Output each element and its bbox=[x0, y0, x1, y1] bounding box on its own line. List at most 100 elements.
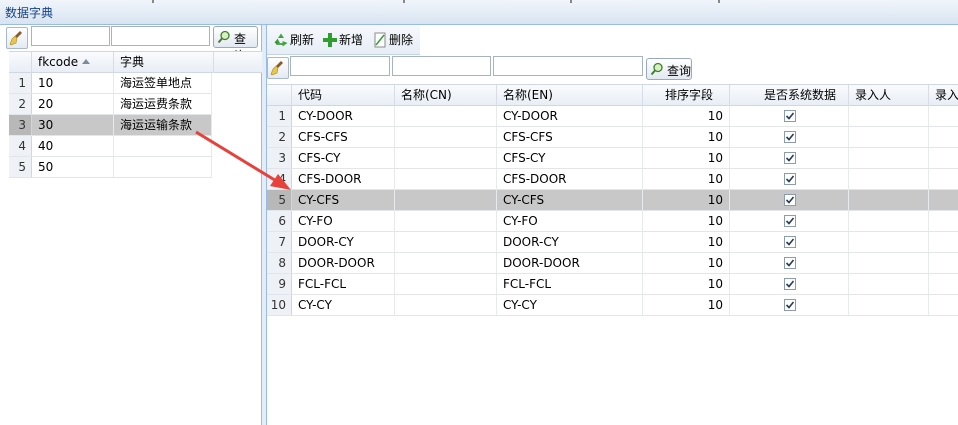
cell-sort-field: 10 bbox=[643, 148, 730, 168]
column-header-entered-by[interactable]: 录入人 bbox=[849, 85, 929, 106]
cell-name-cn bbox=[395, 127, 497, 147]
cell-code: CFS-CY bbox=[292, 148, 395, 168]
cell-name-en: CFS-DOOR bbox=[497, 169, 643, 189]
cell-name-cn bbox=[395, 211, 497, 231]
table-row[interactable]: 6 CY-FO CY-FO 10 bbox=[267, 211, 958, 232]
table-row[interactable]: 1 10 海运签单地点 bbox=[9, 73, 212, 94]
is-system-checkbox[interactable] bbox=[784, 278, 796, 290]
check-icon bbox=[785, 196, 795, 204]
column-header-name-en[interactable]: 名称(EN) bbox=[497, 85, 643, 106]
is-system-checkbox[interactable] bbox=[784, 257, 796, 269]
table-row[interactable]: 9 FCL-FCL FCL-FCL 10 bbox=[267, 274, 958, 295]
cell-is-system bbox=[730, 232, 849, 252]
broom-icon bbox=[270, 61, 283, 76]
right-query-button[interactable]: 查询 bbox=[646, 58, 692, 80]
cell-is-system bbox=[730, 211, 849, 231]
table-row[interactable]: 3 30 海运运输条款 bbox=[9, 115, 212, 136]
cell-name-cn bbox=[395, 232, 497, 252]
column-header-name-cn[interactable]: 名称(CN) bbox=[395, 85, 497, 106]
check-icon bbox=[785, 154, 795, 162]
table-row[interactable]: 8 DOOR-DOOR DOOR-DOOR 10 bbox=[267, 253, 958, 274]
table-row[interactable]: 5 50 bbox=[9, 157, 212, 178]
cell-dictionary-name: 海运运费条款 bbox=[114, 94, 212, 114]
left-filter-input-2[interactable] bbox=[111, 26, 210, 46]
cell-entered-by bbox=[849, 106, 929, 126]
cell-entry-time bbox=[929, 106, 958, 126]
row-number: 2 bbox=[267, 127, 292, 147]
clear-filter-button[interactable] bbox=[6, 27, 28, 49]
row-number: 6 bbox=[267, 211, 292, 231]
is-system-checkbox[interactable] bbox=[784, 236, 796, 248]
delete-button[interactable]: 删除 bbox=[372, 29, 416, 51]
cell-entry-time bbox=[929, 169, 958, 189]
cell-code: DOOR-CY bbox=[292, 232, 395, 252]
magnifier-icon bbox=[650, 62, 663, 76]
column-header-dictionary[interactable]: 字典 bbox=[114, 52, 214, 73]
is-system-checkbox[interactable] bbox=[784, 131, 796, 143]
dictionary-detail-panel: 刷新 新增 删除 查询 代码 名称(CN) 名称(EN) 排序字段 是否系统数据… bbox=[267, 25, 958, 425]
check-icon bbox=[785, 112, 795, 120]
is-system-checkbox[interactable] bbox=[784, 299, 796, 311]
cell-name-cn bbox=[395, 148, 497, 168]
refresh-button[interactable]: 刷新 bbox=[273, 29, 317, 51]
right-filter-input-3[interactable] bbox=[493, 56, 643, 76]
right-search-bar: 查询 bbox=[267, 55, 958, 81]
is-system-checkbox[interactable] bbox=[784, 173, 796, 185]
cell-entered-by bbox=[849, 232, 929, 252]
window-title: 数据字典 bbox=[5, 6, 54, 20]
cell-sort-field: 10 bbox=[643, 169, 730, 189]
recycle-icon bbox=[274, 33, 288, 47]
table-row[interactable]: 10 CY-CY CY-CY 10 bbox=[267, 295, 958, 316]
table-row[interactable]: 2 20 海运运费条款 bbox=[9, 94, 212, 115]
table-row[interactable]: 5 CY-CFS CY-CFS 10 bbox=[267, 190, 958, 211]
cell-entry-time bbox=[929, 148, 958, 168]
is-system-checkbox[interactable] bbox=[784, 215, 796, 227]
cell-is-system bbox=[730, 253, 849, 273]
column-header-sort-field[interactable]: 排序字段 bbox=[643, 85, 730, 106]
left-query-button[interactable]: 查询 bbox=[213, 26, 258, 63]
cell-code: CY-DOOR bbox=[292, 106, 395, 126]
is-system-checkbox[interactable] bbox=[784, 110, 796, 122]
column-header-code[interactable]: 代码 bbox=[292, 85, 395, 106]
table-row[interactable]: 1 CY-DOOR CY-DOOR 10 bbox=[267, 106, 958, 127]
cell-is-system bbox=[730, 106, 849, 126]
cell-sort-field: 10 bbox=[643, 190, 730, 210]
titlebar-marker bbox=[152, 0, 154, 3]
is-system-checkbox[interactable] bbox=[784, 152, 796, 164]
cell-name-cn bbox=[395, 106, 497, 126]
cell-sort-field: 10 bbox=[643, 295, 730, 315]
detail-toolbar: 刷新 新增 删除 bbox=[267, 25, 420, 55]
cell-is-system bbox=[730, 169, 849, 189]
cell-entered-by bbox=[849, 295, 929, 315]
column-header-fkcode[interactable]: fkcode bbox=[32, 52, 114, 73]
cell-sort-field: 10 bbox=[643, 106, 730, 126]
table-row[interactable]: 7 DOOR-CY DOOR-CY 10 bbox=[267, 232, 958, 253]
column-header-entry-time[interactable]: 录入 bbox=[929, 85, 958, 106]
check-icon bbox=[785, 238, 795, 246]
table-row[interactable]: 3 CFS-CY CFS-CY 10 bbox=[267, 148, 958, 169]
magnifier-icon bbox=[217, 30, 230, 44]
broom-icon bbox=[9, 31, 22, 46]
add-button[interactable]: 新增 bbox=[322, 29, 366, 51]
table-row[interactable]: 4 CFS-DOOR CFS-DOOR 10 bbox=[267, 169, 958, 190]
cell-name-cn bbox=[395, 190, 497, 210]
right-filter-input-2[interactable] bbox=[392, 56, 491, 76]
table-row[interactable]: 2 CFS-CFS CFS-CFS 10 bbox=[267, 127, 958, 148]
cell-entry-time bbox=[929, 127, 958, 147]
cell-entry-time bbox=[929, 274, 958, 294]
cell-name-en: CFS-CY bbox=[497, 148, 643, 168]
cell-name-cn bbox=[395, 295, 497, 315]
is-system-checkbox[interactable] bbox=[784, 194, 796, 206]
column-header-is-system[interactable]: 是否系统数据 bbox=[730, 85, 849, 106]
clear-filter-button[interactable] bbox=[267, 57, 289, 79]
row-number: 5 bbox=[9, 157, 32, 177]
table-row[interactable]: 4 40 bbox=[9, 136, 212, 157]
cell-fkcode: 10 bbox=[32, 73, 114, 93]
cell-is-system bbox=[730, 295, 849, 315]
left-grid-header: fkcode 字典 bbox=[9, 51, 262, 73]
right-filter-input-1[interactable] bbox=[290, 56, 390, 76]
left-filter-input-1[interactable] bbox=[31, 26, 110, 46]
check-icon bbox=[785, 280, 795, 288]
cell-entry-time bbox=[929, 253, 958, 273]
cell-name-cn bbox=[395, 253, 497, 273]
